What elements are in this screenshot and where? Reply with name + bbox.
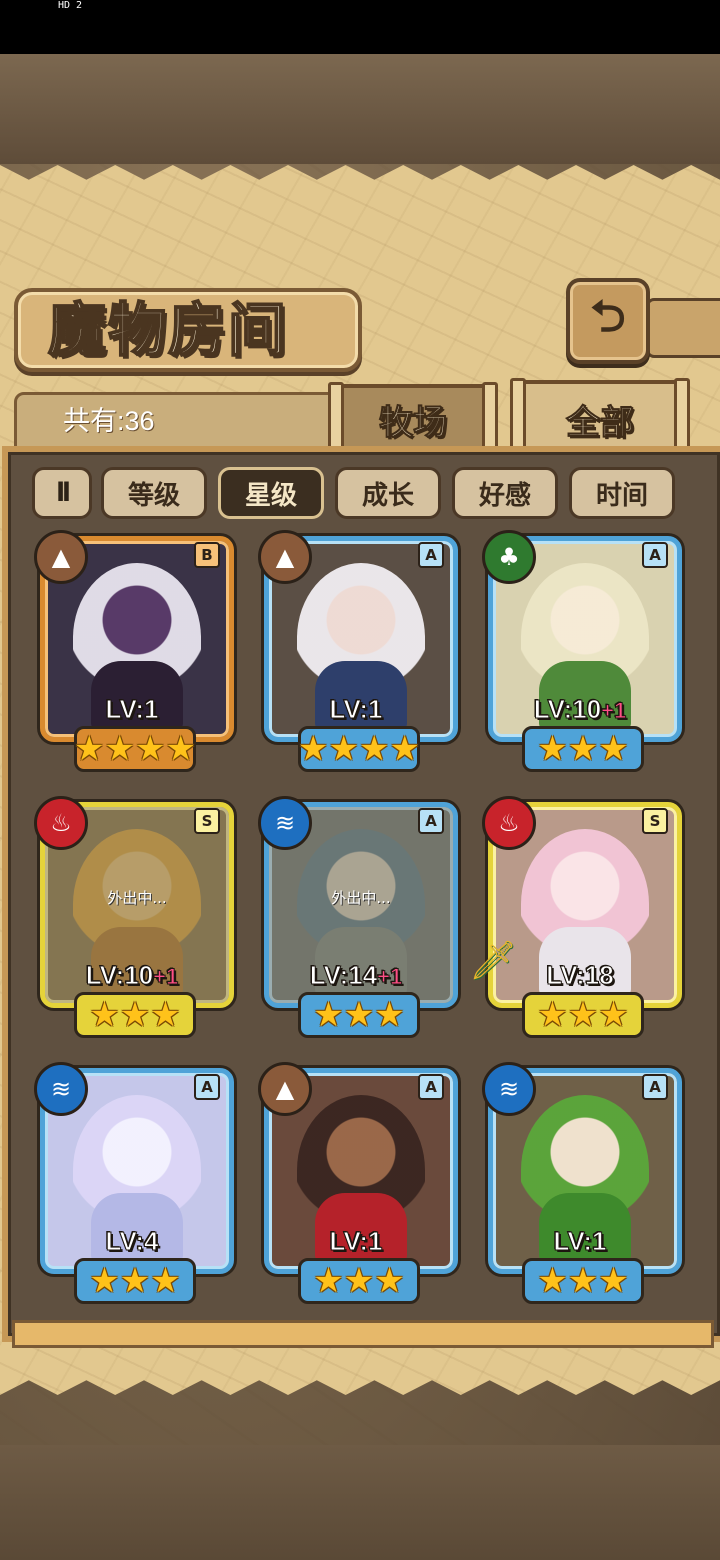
bottom-band <box>0 1445 720 1560</box>
level-value: LV:1 <box>105 694 159 725</box>
away-label: 外出中... <box>331 889 391 907</box>
monster-card[interactable]: ▲ B LV:1 ★★★★ <box>34 530 234 772</box>
star-rating: ★★★ <box>522 1258 644 1304</box>
level-value: LV:10 <box>85 960 154 991</box>
rank-badge: A <box>642 1074 668 1100</box>
monster-level: LV:14+1 <box>258 960 454 991</box>
rank-badge: A <box>642 542 668 568</box>
star-rating: ★★★★ <box>298 726 420 772</box>
status-hd-label: HD 2 <box>58 0 83 11</box>
tab-all[interactable]: 全部 <box>510 378 690 454</box>
filter-growth-button[interactable]: 成长 <box>335 467 441 519</box>
element-earth-icon: ▲ <box>258 1062 312 1116</box>
star-icon: ★★★ <box>537 995 629 1035</box>
back-button[interactable]: ⮌ <box>566 278 650 364</box>
rank-badge: A <box>418 1074 444 1100</box>
element-wood-icon: ♣ <box>482 530 536 584</box>
monster-card[interactable]: ▲ A LV:1 ★★★★ <box>258 530 458 772</box>
element-water-icon: ≋ <box>482 1062 536 1116</box>
monster-card[interactable]: ▲ A LV:1 ★★★ <box>258 1062 458 1304</box>
level-bonus: +1 <box>377 964 403 990</box>
star-rating: ★★★ <box>298 992 420 1038</box>
monster-level: LV:4 <box>34 1226 230 1257</box>
monster-card[interactable]: 外出中... ≋ A LV:14+1 ★★★ <box>258 796 458 1038</box>
monster-card[interactable]: ≋ A LV:4 ★★★ <box>34 1062 234 1304</box>
filter-level-button[interactable]: 等级 <box>101 467 207 519</box>
star-rating: ★★★ <box>74 1258 196 1304</box>
rank-badge: S <box>642 808 668 834</box>
rank-badge: A <box>418 542 444 568</box>
level-bonus: +1 <box>601 698 627 724</box>
monster-level: LV:10+1 <box>482 694 678 725</box>
star-icon: ★★★ <box>89 995 181 1035</box>
level-value: LV:18 <box>546 960 614 991</box>
element-water-icon: ≋ <box>258 796 312 850</box>
monster-card[interactable]: ♨ S 🗡 LV:18 ★★★ <box>468 796 682 1038</box>
star-rating: ★★★★ <box>74 726 196 772</box>
monster-level: LV:1 <box>482 1226 678 1257</box>
top-band <box>0 54 720 164</box>
level-value: LV:1 <box>329 1226 383 1257</box>
star-icon: ★★★★ <box>298 729 420 769</box>
level-value: LV:14 <box>309 960 378 991</box>
star-icon: ★★★ <box>537 729 629 769</box>
star-rating: ★★★ <box>522 726 644 772</box>
rank-badge: A <box>418 808 444 834</box>
monster-card[interactable]: 外出中... ♨ S LV:10+1 ★★★ <box>34 796 234 1038</box>
star-rating: ★★★ <box>298 1258 420 1304</box>
monster-level: LV:1 <box>34 694 230 725</box>
element-earth-icon: ▲ <box>34 530 88 584</box>
status-bar: HD 2 <box>0 0 720 54</box>
star-rating: ★★★ <box>74 992 196 1038</box>
rank-badge: A <box>194 1074 220 1100</box>
level-value: LV:4 <box>105 1226 159 1257</box>
count-strip: 共有:36 <box>14 392 340 450</box>
monster-level: LV:1 <box>258 694 454 725</box>
monster-card[interactable]: ♣ A LV:10+1 ★★★ <box>482 530 682 772</box>
element-fire-icon: ♨ <box>34 796 88 850</box>
monster-level: LV:1 <box>258 1226 454 1257</box>
page-title: 魔物房间 <box>47 295 289 365</box>
element-earth-icon: ▲ <box>258 530 312 584</box>
level-bonus: +1 <box>153 964 179 990</box>
star-icon: ★★★ <box>313 1261 405 1301</box>
back-rail <box>646 298 720 358</box>
star-rating: ★★★ <box>522 992 644 1038</box>
monster-level: LV:10+1 <box>34 960 230 991</box>
star-icon: ★★★ <box>313 995 405 1035</box>
title-plate: 魔物房间 <box>14 288 362 372</box>
sort-order-button[interactable]: ll <box>32 467 92 519</box>
monster-count: 共有:36 <box>63 406 155 436</box>
filter-star-button[interactable]: 星级 <box>218 467 324 519</box>
tab-farm[interactable]: 牧场 <box>328 382 498 458</box>
return-arrow-icon: ⮌ <box>590 290 626 342</box>
level-value: LV:1 <box>553 1226 607 1257</box>
away-label: 外出中... <box>107 889 167 907</box>
rank-badge: B <box>194 542 220 568</box>
sword-equip-icon: 🗡 <box>468 937 518 982</box>
panel-floor <box>12 1320 714 1348</box>
sort-order-icon: ll <box>56 478 71 508</box>
star-icon: ★★★ <box>537 1261 629 1301</box>
star-icon: ★★★ <box>89 1261 181 1301</box>
filter-time-button[interactable]: 时间 <box>569 467 675 519</box>
element-fire-icon: ♨ <box>482 796 536 850</box>
level-value: LV:10 <box>533 694 602 725</box>
level-value: LV:1 <box>329 694 383 725</box>
star-icon: ★★★★ <box>74 729 196 769</box>
element-water-icon: ≋ <box>34 1062 88 1116</box>
monster-card[interactable]: ≋ A LV:1 ★★★ <box>482 1062 682 1304</box>
rank-badge: S <box>194 808 220 834</box>
filter-affection-button[interactable]: 好感 <box>452 467 558 519</box>
